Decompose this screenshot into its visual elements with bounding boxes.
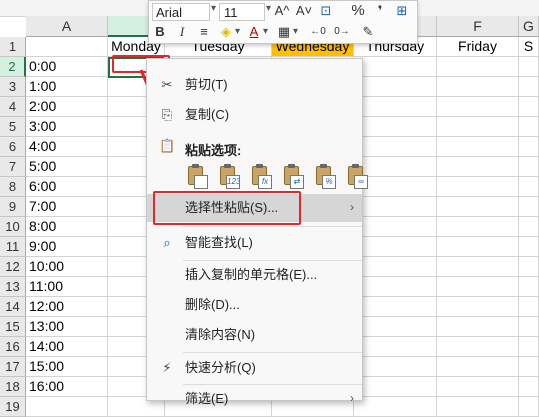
menu-item-insert-copied[interactable]: 插入复制的单元格(E)... (147, 261, 362, 289)
menu-divider (183, 352, 362, 353)
font-name-box[interactable]: Arial (152, 3, 210, 21)
menu-item-label: 删除(D)... (185, 297, 240, 312)
align-center-icon[interactable]: ≡ (195, 23, 213, 41)
currency-format-icon[interactable]: ⊡ (317, 2, 335, 20)
paste-options-label: 粘贴选项: (185, 143, 242, 158)
paste-icon[interactable] (185, 163, 209, 191)
menu-item-quick-analysis[interactable]: ⚡ 快速分析(Q) (147, 354, 362, 382)
paste-formatting-icon[interactable]: % (313, 163, 337, 191)
grow-font-icon[interactable]: A^ (273, 2, 291, 20)
quick-analysis-icon: ⚡ (162, 360, 172, 375)
paste-options-header: 📋 (147, 132, 362, 160)
search-icon: ⌕ (163, 235, 171, 250)
menu-item-filter[interactable]: 筛选(E) › (147, 385, 362, 413)
menu-item-cut[interactable]: ✂ 剪切(T) (147, 71, 362, 99)
paste-formulas-icon[interactable]: fx (249, 163, 273, 191)
chevron-down-icon[interactable]: ▾ (266, 3, 271, 14)
menu-item-clear[interactable]: 清除内容(N) (147, 321, 362, 349)
chevron-right-icon: › (350, 200, 354, 214)
menu-item-label: 插入复制的单元格(E)... (185, 267, 318, 282)
menu-item-label: 智能查找(L) (185, 235, 253, 250)
italic-icon[interactable]: I (173, 23, 191, 41)
menu-item-label: 剪切(T) (185, 77, 228, 92)
chevron-down-icon[interactable]: ▾ (293, 26, 298, 37)
context-menu: ✂ 剪切(T) ⎘ 复制(C) 📋 粘贴选项: 123 fx ⇄ % ∞ 选择性… (146, 58, 368, 406)
copy-icon: ⎘ (161, 107, 173, 122)
paste-transpose-icon[interactable]: ⇄ (281, 163, 305, 191)
font-size-box[interactable]: 11 (219, 3, 265, 21)
scissors-icon: ✂ (161, 77, 173, 92)
borders-icon[interactable]: ▦ (275, 23, 293, 41)
paste-values-icon[interactable]: 123 (217, 163, 241, 191)
annotation-box-paste-special (153, 191, 301, 225)
menu-item-copy[interactable]: ⎘ 复制(C) (147, 101, 362, 129)
menu-divider (183, 226, 362, 227)
decrease-decimal-icon[interactable]: 0→ (333, 23, 351, 41)
menu-item-label: 快速分析(Q) (185, 360, 256, 375)
menu-item-label: 复制(C) (185, 107, 230, 122)
shrink-font-icon[interactable]: A˅ (295, 2, 313, 20)
chevron-down-icon[interactable]: ▾ (211, 3, 216, 14)
format-painter-icon[interactable]: ✎ (359, 23, 377, 41)
font-color-icon[interactable]: A (245, 23, 263, 41)
fill-color-icon[interactable]: ◈ (217, 23, 235, 41)
chevron-right-icon: › (350, 391, 354, 405)
percent-icon[interactable]: % (349, 2, 367, 20)
menu-item-smart-lookup[interactable]: ⌕ 智能查找(L) (147, 229, 362, 257)
increase-decimal-icon[interactable]: ←0 (309, 23, 327, 41)
chevron-down-icon[interactable]: ▾ (235, 26, 240, 37)
paste-icon: 📋 (159, 138, 176, 153)
bold-icon[interactable]: B (151, 23, 169, 41)
menu-item-label: 筛选(E) (185, 391, 229, 406)
chevron-down-icon[interactable]: ▾ (263, 26, 268, 37)
mini-toolbar: Arial ▾ 11 ▾ A^ A˅ ⊡ % ❜ ⊞ B I ≡ ◈ ▾ A ▾… (148, 0, 418, 44)
menu-item-delete[interactable]: 删除(D)... (147, 291, 362, 319)
merge-center-icon[interactable]: ⊞ (393, 2, 411, 20)
comma-style-icon[interactable]: ❜ (371, 2, 389, 20)
menu-item-label: 清除内容(N) (185, 327, 256, 342)
paste-link-icon[interactable]: ∞ (345, 163, 369, 191)
